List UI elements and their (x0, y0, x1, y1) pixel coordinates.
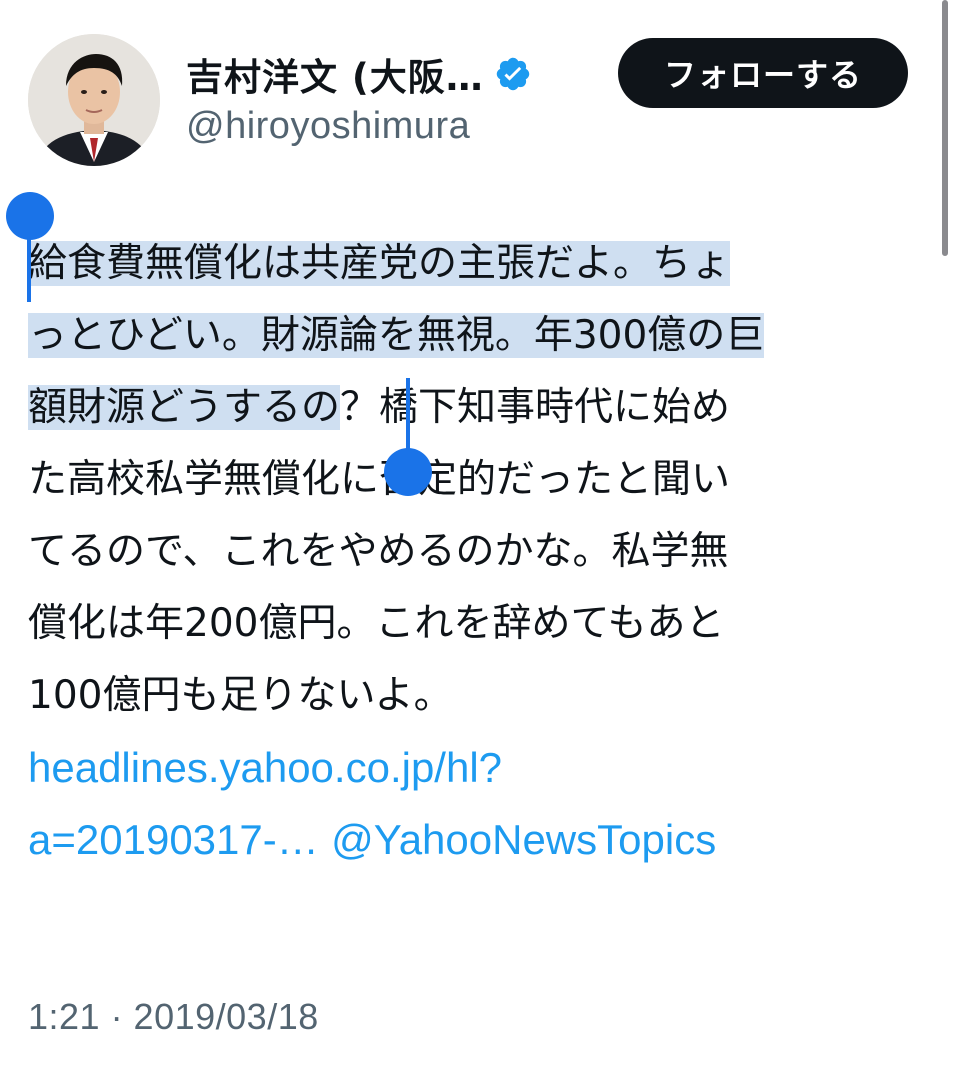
avatar-photo (28, 34, 160, 166)
tweet-text-line: てるので、これをやめるのかな。私学無 (28, 516, 938, 588)
text-segment: てるので、これをやめるのかな。私学無 (28, 529, 729, 574)
text-segment: た高校私学無償化に否定的だったと聞い (28, 457, 731, 502)
author-display-name[interactable]: 吉村洋文 (大阪… (186, 47, 484, 101)
text-segment: ？橋下知事時代に始め (340, 385, 731, 430)
tweet-text-line: っとひどい。財源論を無視。年300億の巨 (28, 300, 938, 372)
tweet-text-line: 給食費無償化は共産党の主張だよ。ちょ (28, 228, 938, 300)
tweet-timestamp[interactable]: 1:21 · 2019/03/18 (28, 996, 319, 1038)
text-segment: 100億円も足りないよ。 (28, 673, 453, 718)
selected-text: 額財源どうするの (28, 385, 341, 430)
avatar[interactable] (28, 34, 160, 166)
tweet-text: 給食費無償化は共産党の主張だよ。ちょ っとひどい。財源論を無視。年300億の巨 … (28, 228, 938, 876)
scrollbar[interactable] (942, 0, 948, 256)
mention-link[interactable]: @YahooNewsTopics (331, 816, 716, 863)
link-line: headlines.yahoo.co.jp/hl? (28, 732, 938, 804)
news-link-cont[interactable]: a=20190317-… (28, 816, 319, 863)
verified-badge-icon (494, 55, 532, 93)
link-line: a=20190317-… @YahooNewsTopics (28, 804, 938, 876)
selected-text: っとひどい。財源論を無視。年300億の巨 (28, 313, 765, 358)
author-name-row[interactable]: 吉村洋文 (大阪… (186, 47, 532, 101)
author-handle[interactable]: @hiroyoshimura (186, 105, 470, 148)
news-link[interactable]: headlines.yahoo.co.jp/hl? (28, 744, 502, 791)
selected-text: 給食費無償化は共産党の主張だよ。ちょ (28, 241, 731, 286)
tweet-text-line: 額財源どうするの？橋下知事時代に始め (28, 372, 938, 444)
tweet-text-line: た高校私学無償化に否定的だったと聞い (28, 444, 938, 516)
text-segment: 償化は年200億円。これを辞めてもあと (28, 601, 725, 646)
tweet-text-line: 100億円も足りないよ。 (28, 660, 938, 732)
follow-button[interactable]: フォローする (618, 38, 908, 108)
selection-end-handle-icon[interactable] (384, 448, 432, 496)
tweet-text-line: 償化は年200億円。これを辞めてもあと (28, 588, 938, 660)
selection-start-caret (27, 222, 31, 302)
